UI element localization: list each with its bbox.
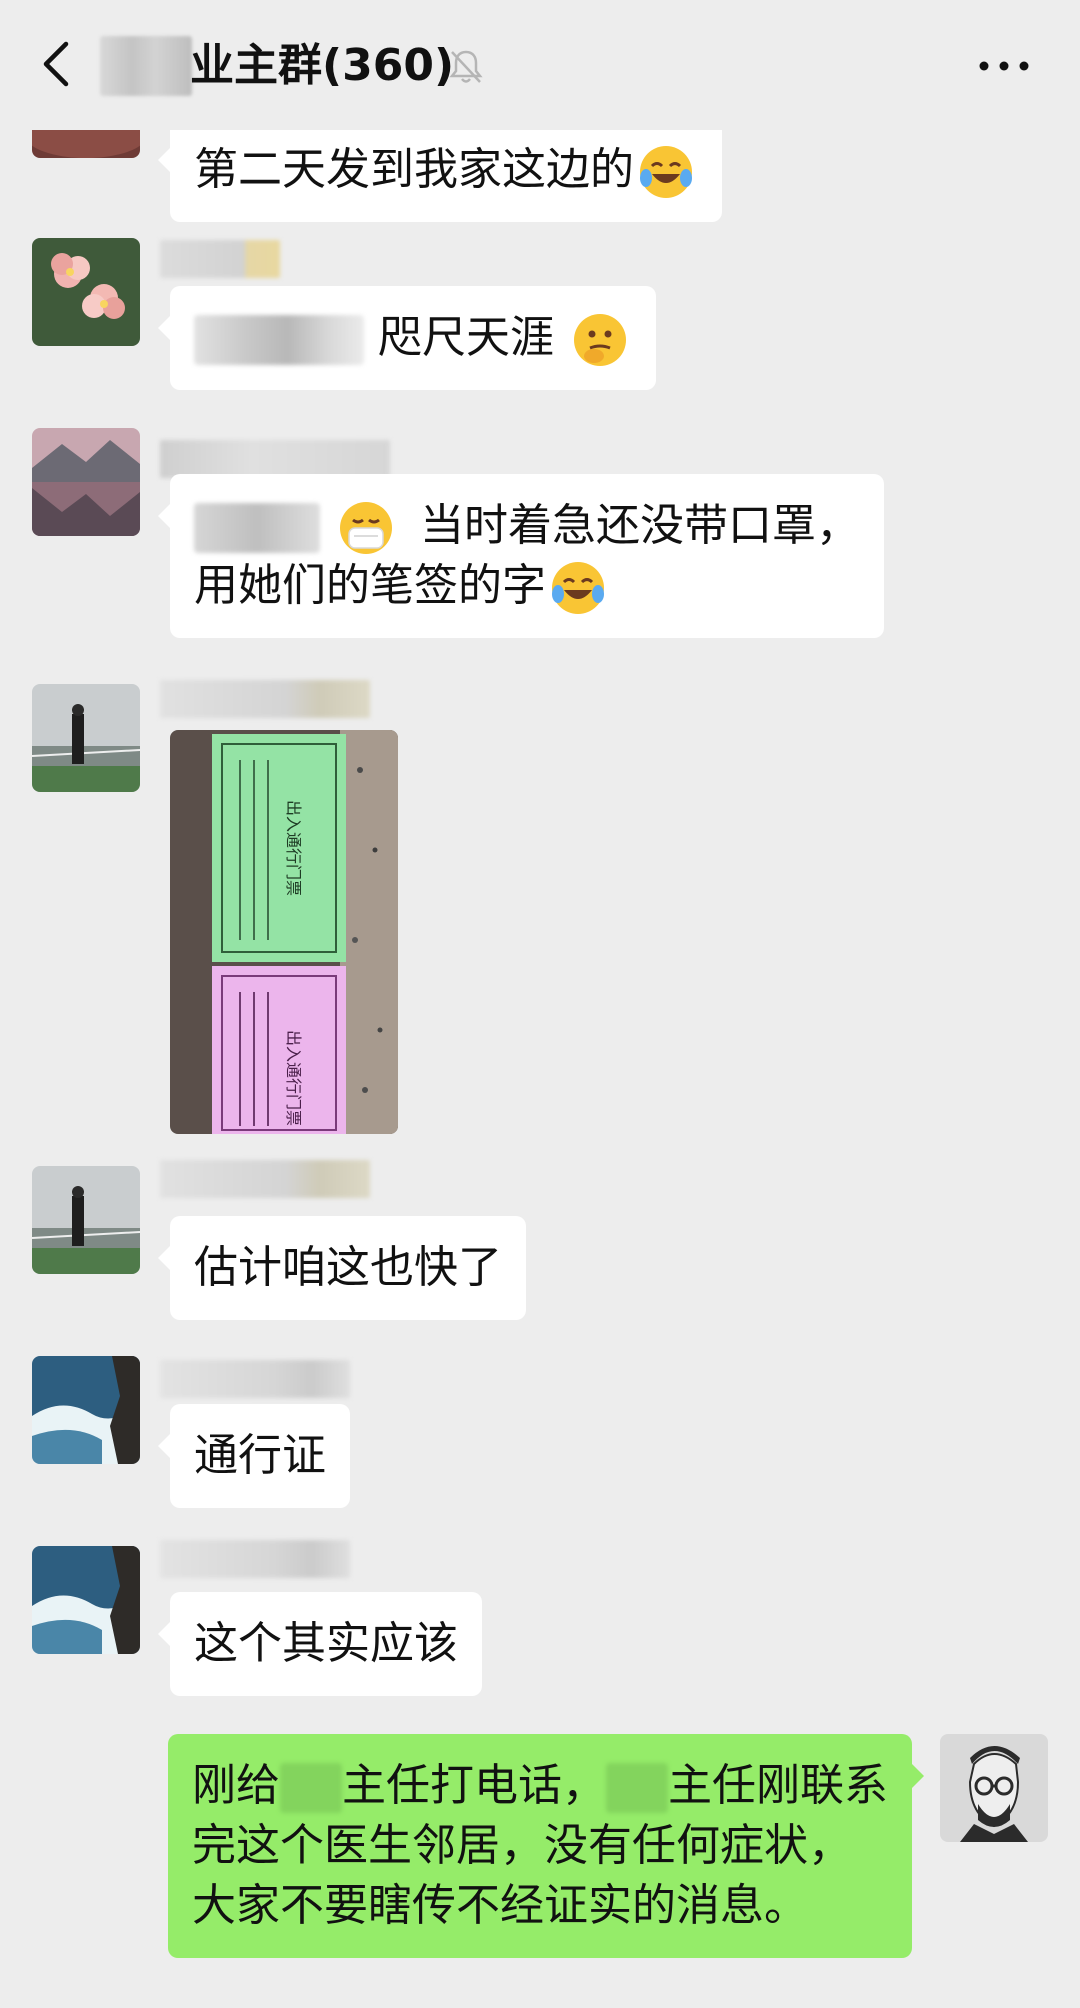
thinking-emoji	[574, 314, 626, 366]
chat-header: 业主群(360)	[0, 0, 1080, 130]
image-message[interactable]: 出入通行门票 出入通行门票	[170, 730, 398, 1134]
message-text: 用她们的笔签的字	[194, 560, 546, 611]
message-bubble[interactable]: 咫尺天涯	[158, 286, 656, 390]
bell-muted-icon	[449, 50, 483, 83]
my-message-bubble[interactable]: 刚给 主任打电话， 主任刚联系 完这个医生邻居，没有任何症状， 大家不要瞎传不经证实…	[168, 1734, 924, 1958]
avatar[interactable]	[32, 428, 140, 536]
name-redacted	[606, 1763, 668, 1813]
sender-name-redacted	[160, 1360, 350, 1398]
message-text: 完这个医生邻居，没有任何症状，	[192, 1820, 852, 1871]
sender-name-redacted	[160, 680, 370, 718]
message-text: 主任刚联系	[668, 1760, 888, 1811]
message-text: 通行证	[194, 1430, 326, 1481]
name-redacted	[280, 1763, 342, 1813]
message-text: 主任打电话，	[342, 1760, 606, 1811]
group-name-redacted	[100, 36, 192, 96]
message-text: 第二天发到我家这边的	[194, 144, 634, 195]
my-avatar[interactable]	[940, 1734, 1048, 1842]
avatar[interactable]	[32, 1356, 140, 1464]
pass-title: 出入通行门票	[284, 800, 303, 896]
mention-redacted	[194, 315, 364, 365]
sender-name-redacted	[160, 1540, 350, 1578]
pass-title: 出入通行门票	[284, 1030, 303, 1126]
message-bubble[interactable]: 当时着急还没带口罩， 用她们的笔签的字	[158, 474, 884, 638]
message-text: 这个其实应该	[194, 1618, 458, 1669]
sender-name-redacted	[160, 240, 280, 278]
mention-redacted	[194, 503, 320, 553]
avatar[interactable]	[32, 1166, 140, 1274]
message-text: 刚给	[192, 1760, 280, 1811]
laughing-crying-emoji	[640, 146, 692, 198]
avatar[interactable]	[32, 1546, 140, 1654]
laughing-crying-emoji	[552, 562, 604, 614]
sender-name-redacted	[160, 1160, 370, 1198]
avatar[interactable]	[32, 684, 140, 792]
message-text: 当时着急还没带口罩，	[420, 500, 860, 551]
message-bubble[interactable]: 通行证	[158, 1404, 350, 1508]
avatar[interactable]	[32, 238, 140, 346]
chevron-left-icon[interactable]	[36, 40, 76, 88]
message-bubble[interactable]: 估计咱这也快了	[158, 1216, 526, 1320]
more-horizontal-icon[interactable]	[976, 50, 1032, 82]
message-text: 大家不要瞎传不经证实的消息。	[192, 1880, 808, 1931]
sender-name-redacted	[160, 440, 390, 478]
message-text: 咫尺天涯	[378, 312, 554, 363]
message-bubble[interactable]: 第二天发到我家这边的	[158, 118, 722, 222]
chat-title[interactable]: 业主群(360)	[190, 36, 454, 96]
message-text: 估计咱这也快了	[194, 1242, 502, 1293]
mask-face-emoji	[340, 502, 392, 554]
message-bubble[interactable]: 这个其实应该	[158, 1592, 482, 1696]
